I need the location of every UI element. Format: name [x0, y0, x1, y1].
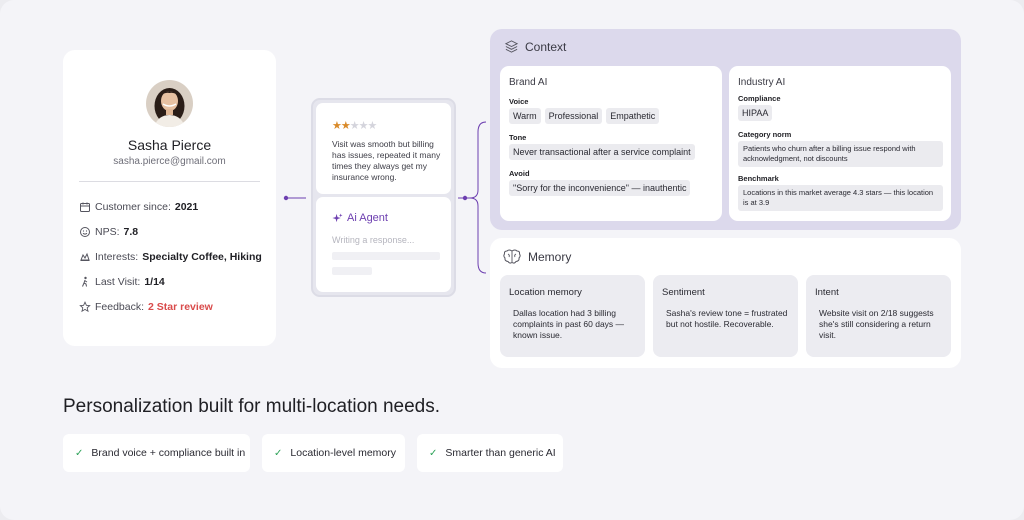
brain-icon — [503, 249, 521, 264]
category-norm-label: Category norm — [738, 130, 792, 139]
context-panel: Context Brand AI Voice Warm Professional… — [490, 29, 961, 230]
nps-value: 7.8 — [123, 226, 139, 238]
benchmark-chips: Locations in this market average 4.3 sta… — [738, 185, 943, 211]
compliance-chips: HIPAA — [738, 105, 773, 121]
interests-icon — [79, 251, 91, 263]
interests-label: Interests: — [95, 251, 139, 263]
interests-row: Interests: Specialty Coffee, Hiking — [79, 249, 262, 265]
customer-name: Sasha Pierce — [127, 137, 212, 153]
tone-label: Tone — [509, 133, 527, 142]
skeleton-line — [332, 252, 440, 260]
sparkle-icon — [332, 212, 343, 222]
star-icon: ★ — [367, 120, 378, 132]
bracket-connector — [458, 121, 487, 274]
ai-agent-title: Ai Agent — [347, 212, 388, 224]
last-visit-row: Last Visit: 1/14 — [79, 274, 165, 290]
feedback-row: Feedback: 2 Star review — [79, 299, 213, 315]
star-icon: ★ — [332, 120, 342, 132]
context-title: Context — [525, 39, 567, 54]
ai-agent-header: Ai Agent — [332, 212, 388, 224]
check-icon: ✓ — [429, 447, 438, 459]
review-text: Visit was smooth but billing has issues,… — [332, 139, 441, 182]
avoid-chips: "Sorry for the inconvenience" — inauthen… — [509, 180, 691, 196]
customer-profile-card: Sasha Pierce sasha.pierce@gmail.com Cust… — [63, 50, 276, 346]
last-visit-value: 1/14 — [144, 276, 165, 288]
connector-line — [283, 195, 306, 201]
brand-ai-title: Brand AI — [509, 77, 548, 88]
feedback-value: 2 Star review — [148, 301, 213, 313]
feature-label: Brand voice + compliance built in — [91, 447, 246, 459]
category-norm-chips: Patients who churn after a billing issue… — [738, 141, 943, 167]
voice-label: Voice — [509, 97, 529, 106]
voice-chips: Warm Professional Empathetic — [509, 108, 660, 124]
customer-since-label: Customer since: — [95, 201, 171, 213]
industry-ai-title: Industry AI — [738, 77, 786, 88]
check-icon: ✓ — [274, 447, 283, 459]
star-rating: ★★★★★ — [332, 119, 378, 132]
voice-chip: Empathetic — [606, 108, 660, 124]
category-norm-chip: Patients who churn after a billing issue… — [738, 141, 943, 167]
ai-agent-card: Ai Agent Writing a response... — [316, 197, 451, 292]
sentiment-title: Sentiment — [662, 287, 705, 298]
nps-label: NPS: — [95, 226, 120, 238]
feature-label: Smarter than generic AI — [445, 447, 556, 459]
location-memory-title: Location memory — [509, 287, 582, 298]
interests-value: Specialty Coffee, Hiking — [142, 251, 262, 263]
feature-pill: ✓ Location-level memory — [262, 434, 405, 472]
star-icon: ★ — [358, 120, 369, 132]
location-memory-card: Location memory Dallas location had 3 bi… — [500, 275, 645, 357]
avatar — [146, 80, 193, 127]
divider — [79, 181, 260, 182]
calendar-icon — [79, 201, 91, 213]
compliance-label: Compliance — [738, 94, 781, 103]
review-card: ★★★★★ Visit was smooth but billing has i… — [316, 103, 451, 194]
intent-body: Website visit on 2/18 suggests she's sti… — [819, 308, 934, 340]
last-visit-label: Last Visit: — [95, 276, 141, 288]
star-outline-icon — [79, 301, 91, 313]
compliance-chip: HIPAA — [738, 105, 773, 121]
walking-icon — [79, 276, 91, 288]
brand-ai-card: Brand AI Voice Warm Professional Empathe… — [500, 66, 722, 221]
feedback-label: Feedback: — [95, 301, 145, 313]
benchmark-chip: Locations in this market average 4.3 sta… — [738, 185, 943, 211]
check-icon: ✓ — [75, 447, 84, 459]
skeleton-line — [332, 267, 372, 275]
feature-pill: ✓ Brand voice + compliance built in — [63, 434, 250, 472]
voice-chip: Warm — [509, 108, 541, 124]
star-icon: ★ — [340, 120, 351, 132]
customer-email: sasha.pierce@gmail.com — [113, 156, 226, 167]
customer-since-row: Customer since: 2021 — [79, 199, 198, 215]
headline: Personalization built for multi-location… — [63, 396, 441, 417]
intent-card: Intent Website visit on 2/18 suggests sh… — [806, 275, 951, 357]
response-placeholder[interactable]: Writing a response... — [332, 235, 414, 245]
sentiment-body: Sasha's review tone = frustrated but not… — [666, 308, 788, 329]
customer-since-value: 2021 — [174, 201, 199, 213]
memory-title: Memory — [528, 250, 572, 264]
feature-pill: ✓ Smarter than generic AI — [417, 434, 563, 472]
memory-panel: Memory Location memory Dallas location h… — [490, 238, 961, 368]
context-header: Context — [504, 39, 566, 54]
benchmark-label: Benchmark — [738, 174, 779, 183]
layers-icon — [504, 40, 519, 53]
star-icon: ★ — [349, 120, 360, 132]
tone-chip: Never transactional after a service comp… — [509, 144, 695, 160]
industry-ai-card: Industry AI Compliance HIPAA Category no… — [729, 66, 951, 221]
feature-label: Location-level memory — [290, 447, 397, 459]
sentiment-card: Sentiment Sasha's review tone = frustrat… — [653, 275, 798, 357]
avoid-chip: "Sorry for the inconvenience" — inauthen… — [509, 180, 691, 196]
memory-header: Memory — [502, 248, 571, 266]
page: Sasha Pierce sasha.pierce@gmail.com Cust… — [0, 0, 1024, 520]
avoid-label: Avoid — [509, 169, 530, 178]
smiley-icon — [79, 226, 91, 238]
voice-chip: Professional — [544, 108, 603, 124]
intent-title: Intent — [815, 287, 839, 298]
nps-row: NPS: 7.8 — [79, 224, 138, 240]
tone-chips: Never transactional after a service comp… — [509, 144, 695, 160]
location-memory-body: Dallas location had 3 billing complaints… — [513, 308, 625, 340]
review-response-panel: ★★★★★ Visit was smooth but billing has i… — [311, 98, 456, 297]
